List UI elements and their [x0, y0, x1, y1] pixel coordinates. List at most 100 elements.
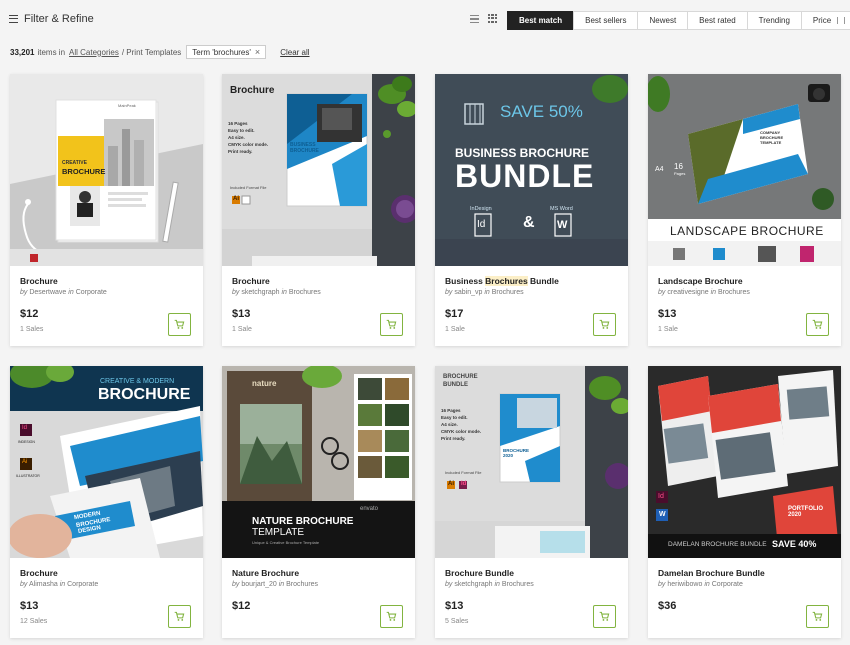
category-link[interactable]: Brochures: [286, 581, 318, 588]
product-price: $12: [232, 600, 251, 612]
product-title[interactable]: Damelan Brochure Bundle: [658, 568, 765, 578]
author-link[interactable]: Alimasha: [29, 581, 58, 588]
cart-icon: [386, 611, 397, 621]
product-card[interactable]: COMPANY BROCHURE TEMPLATE A4 16 Pages LA…: [648, 74, 841, 346]
category-link[interactable]: Brochures: [502, 581, 534, 588]
in-label: in: [494, 581, 500, 588]
thumb-banner-left: DAMELAN BROCHURE BUNDLE: [668, 541, 767, 548]
add-to-cart-button[interactable]: [380, 605, 403, 628]
product-title[interactable]: Brochure: [232, 276, 270, 286]
thumb-ai: Ai: [448, 481, 454, 487]
by-label: by: [232, 581, 240, 588]
product-card[interactable]: CREATIVE & MODERN BROCHURE Id INDESIGN A…: [10, 366, 203, 638]
product-byline: by sabin_vp in Brochures: [445, 289, 524, 296]
result-count-suffix: items in: [37, 47, 66, 57]
author-link[interactable]: sabin_vp: [454, 289, 482, 296]
thumb-spec-2: Easy to edit.: [441, 415, 468, 420]
clear-all-link[interactable]: Clear all: [280, 48, 309, 57]
product-title[interactable]: Brochure Bundle: [445, 568, 514, 578]
thumb-envato: envato: [360, 506, 379, 512]
add-to-cart-button[interactable]: [380, 313, 403, 336]
thumb-cover: BUSINESS BROCHURE: [290, 142, 319, 154]
grid-view-icon[interactable]: [488, 14, 497, 23]
category-link[interactable]: Corporate: [76, 289, 107, 296]
in-label: in: [484, 289, 490, 296]
author-link[interactable]: sketchgraph: [454, 581, 492, 588]
thumb-w: W: [557, 219, 568, 231]
author-link[interactable]: sketchgraph: [241, 289, 279, 296]
thumb-line-1: NATURE BROCHURE: [252, 516, 354, 527]
author-link[interactable]: creativesigne: [667, 289, 708, 296]
product-thumbnail[interactable]: PORTFOLIO 2020 Id W DAMELAN BROCHURE BUN…: [648, 366, 841, 558]
product-title[interactable]: Business Brochures Bundle: [445, 276, 559, 286]
cart-icon: [174, 611, 185, 621]
thumb-ai: Ai: [233, 196, 239, 202]
add-to-cart-button[interactable]: [168, 605, 191, 628]
category-link[interactable]: Corporate: [67, 581, 98, 588]
product-title[interactable]: Brochure: [20, 276, 58, 286]
product-thumbnail[interactable]: COMPANY BROCHURE TEMPLATE A4 16 Pages LA…: [648, 74, 841, 266]
product-thumbnail[interactable]: Brochure 16 Pages Easy to edit. A4 size.…: [222, 74, 415, 266]
author-link[interactable]: bourjart_20: [241, 581, 276, 588]
product-thumbnail[interactable]: SAVE 50% BUSINESS BROCHURE BUNDLE InDesi…: [435, 74, 628, 266]
sort-newest[interactable]: Newest: [637, 11, 689, 30]
product-title[interactable]: Landscape Brochure: [658, 276, 743, 286]
sort-price[interactable]: Price: [800, 11, 850, 30]
all-categories-link[interactable]: All Categories: [69, 48, 119, 57]
thumb-spec-3: A4 size.: [441, 422, 458, 427]
product-card[interactable]: SAVE 50% BUSINESS BROCHURE BUNDLE InDesi…: [435, 74, 628, 346]
thumb-label: Brochure: [230, 85, 275, 96]
product-byline: by Desertwave in Corporate: [20, 289, 107, 296]
product-thumbnail[interactable]: nature envato NATURE BROCHURE TEMPLATE U…: [222, 366, 415, 558]
thumb-small: Unique & Creative Brochure Template: [252, 540, 320, 545]
sort-best-rated[interactable]: Best rated: [687, 11, 748, 30]
product-card[interactable]: MainPeak CREATIVE BROCHURE Brochure by D…: [10, 74, 203, 346]
category-link[interactable]: Brochures: [289, 289, 321, 296]
product-price: $17: [445, 308, 464, 320]
thumb-portfolio: PORTFOLIO 2020: [788, 506, 823, 518]
category-link[interactable]: Brochures: [492, 289, 524, 296]
sort-best-sellers[interactable]: Best sellers: [573, 11, 639, 30]
toolbar: Filter & Refine Best match Best sellers …: [0, 0, 850, 40]
add-to-cart-button[interactable]: [593, 605, 616, 628]
sort-best-match[interactable]: Best match: [507, 11, 575, 30]
product-card[interactable]: Brochure 16 Pages Easy to edit. A4 size.…: [222, 74, 415, 346]
product-sales: 1 Sale: [232, 326, 252, 333]
category-link[interactable]: Brochures: [718, 289, 750, 296]
thumb-cover: COMPANY BROCHURE TEMPLATE: [760, 130, 784, 145]
thumb-spec-1: 16 Pages: [441, 408, 461, 413]
thumb-indesign: INDESIGN: [18, 440, 35, 444]
product-card[interactable]: PORTFOLIO 2020 Id W DAMELAN BROCHURE BUN…: [648, 366, 841, 638]
thumb-save: SAVE 50%: [500, 102, 583, 121]
add-to-cart-button[interactable]: [168, 313, 191, 336]
thumb-brand: MainPeak: [118, 103, 136, 108]
thumb-a4: A4: [655, 166, 664, 173]
close-icon[interactable]: ×: [255, 47, 260, 57]
sort-tabs: Best match Best sellers Newest Best rate…: [507, 11, 850, 30]
product-thumbnail[interactable]: MainPeak CREATIVE BROCHURE: [10, 74, 203, 266]
author-link[interactable]: Desertwave: [29, 289, 66, 296]
thumb-headline-1: CREATIVE: [62, 160, 87, 166]
sort-trending[interactable]: Trending: [746, 11, 802, 30]
thumb-label-2: BUNDLE: [443, 382, 468, 388]
filter-refine-button[interactable]: Filter & Refine: [9, 13, 94, 25]
product-title[interactable]: Nature Brochure: [232, 568, 299, 578]
product-title[interactable]: Brochure: [20, 568, 58, 578]
add-to-cart-button[interactable]: [806, 605, 829, 628]
thumb-line-1: CREATIVE & MODERN: [100, 378, 175, 385]
thumb-spec-5: Print ready.: [228, 149, 253, 154]
category-link[interactable]: Corporate: [712, 581, 743, 588]
add-to-cart-button[interactable]: [593, 313, 616, 336]
list-view-icon[interactable]: [470, 14, 479, 24]
product-card[interactable]: BROCHURE BUNDLE 16 Pages Easy to edit. A…: [435, 366, 628, 638]
product-thumbnail[interactable]: CREATIVE & MODERN BROCHURE Id INDESIGN A…: [10, 366, 203, 558]
product-card[interactable]: nature envato NATURE BROCHURE TEMPLATE U…: [222, 366, 415, 638]
product-sales: 5 Sales: [445, 618, 469, 625]
title-highlight: Brochures: [485, 276, 528, 286]
thumb-headline-2: BROCHURE: [62, 167, 106, 176]
product-thumbnail[interactable]: BROCHURE BUNDLE 16 Pages Easy to edit. A…: [435, 366, 628, 558]
product-price: $13: [232, 308, 251, 320]
author-link[interactable]: heriwibowo: [667, 581, 702, 588]
add-to-cart-button[interactable]: [806, 313, 829, 336]
term-filter-chip[interactable]: Term 'brochures' ×: [186, 45, 267, 59]
